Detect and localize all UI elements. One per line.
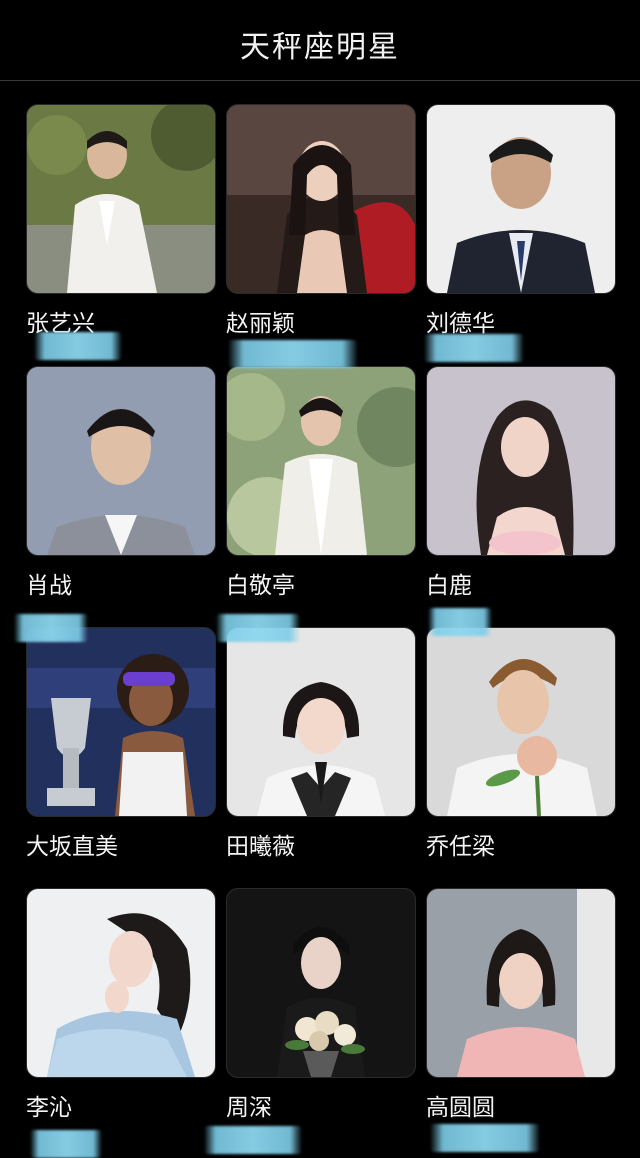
star-name: 李沁 — [26, 1095, 72, 1121]
star-name: 刘德华 — [426, 311, 495, 337]
man-white-jacket-photo — [227, 367, 415, 555]
tennis-trophy-photo — [27, 628, 215, 816]
redaction-mark — [216, 614, 300, 642]
star-photo[interactable] — [226, 104, 416, 294]
redaction-mark — [14, 614, 88, 642]
star-photo[interactable] — [26, 366, 216, 556]
star-photo[interactable] — [226, 366, 416, 556]
redaction-mark — [204, 1126, 302, 1154]
star-photo[interactable] — [26, 627, 216, 817]
woman-school-uniform-photo — [227, 628, 415, 816]
star-photo[interactable] — [26, 888, 216, 1078]
star-name: 肖战 — [26, 573, 72, 599]
star-photo[interactable] — [226, 888, 416, 1078]
star-name: 赵丽颖 — [226, 311, 295, 337]
star-name: 大坂直美 — [26, 834, 118, 860]
man-holding-flower-photo — [427, 628, 615, 816]
star-name: 白敬亭 — [226, 573, 295, 599]
woman-pink-top-photo — [427, 889, 615, 1077]
woman-blue-dress-photo — [27, 889, 215, 1077]
star-name: 高圆圆 — [426, 1095, 495, 1121]
star-photo[interactable] — [226, 627, 416, 817]
star-photo[interactable] — [426, 104, 616, 294]
star-photo[interactable] — [426, 627, 616, 817]
woman-long-hair-photo — [427, 367, 615, 555]
man-white-suit-photo — [27, 105, 215, 293]
man-dark-suit-photo — [427, 105, 615, 293]
star-photo[interactable] — [26, 104, 216, 294]
woman-red-car-photo — [227, 105, 415, 293]
redaction-mark — [34, 332, 122, 360]
star-name: 乔任梁 — [426, 834, 495, 860]
star-name: 白鹿 — [426, 573, 472, 599]
star-name: 周深 — [226, 1095, 272, 1121]
redaction-mark — [430, 1124, 540, 1152]
page-title: 天秤座明星 — [240, 30, 400, 65]
star-photo[interactable] — [426, 366, 616, 556]
redaction-mark — [424, 334, 524, 362]
star-name: 田曦薇 — [226, 834, 295, 860]
top-bar: 天秤座明星 — [0, 0, 640, 81]
star-photo[interactable] — [426, 888, 616, 1078]
redaction-mark — [428, 608, 492, 636]
redaction-mark — [228, 340, 358, 368]
man-flower-bouquet-photo — [227, 889, 415, 1077]
man-grey-suit-photo — [27, 367, 215, 555]
